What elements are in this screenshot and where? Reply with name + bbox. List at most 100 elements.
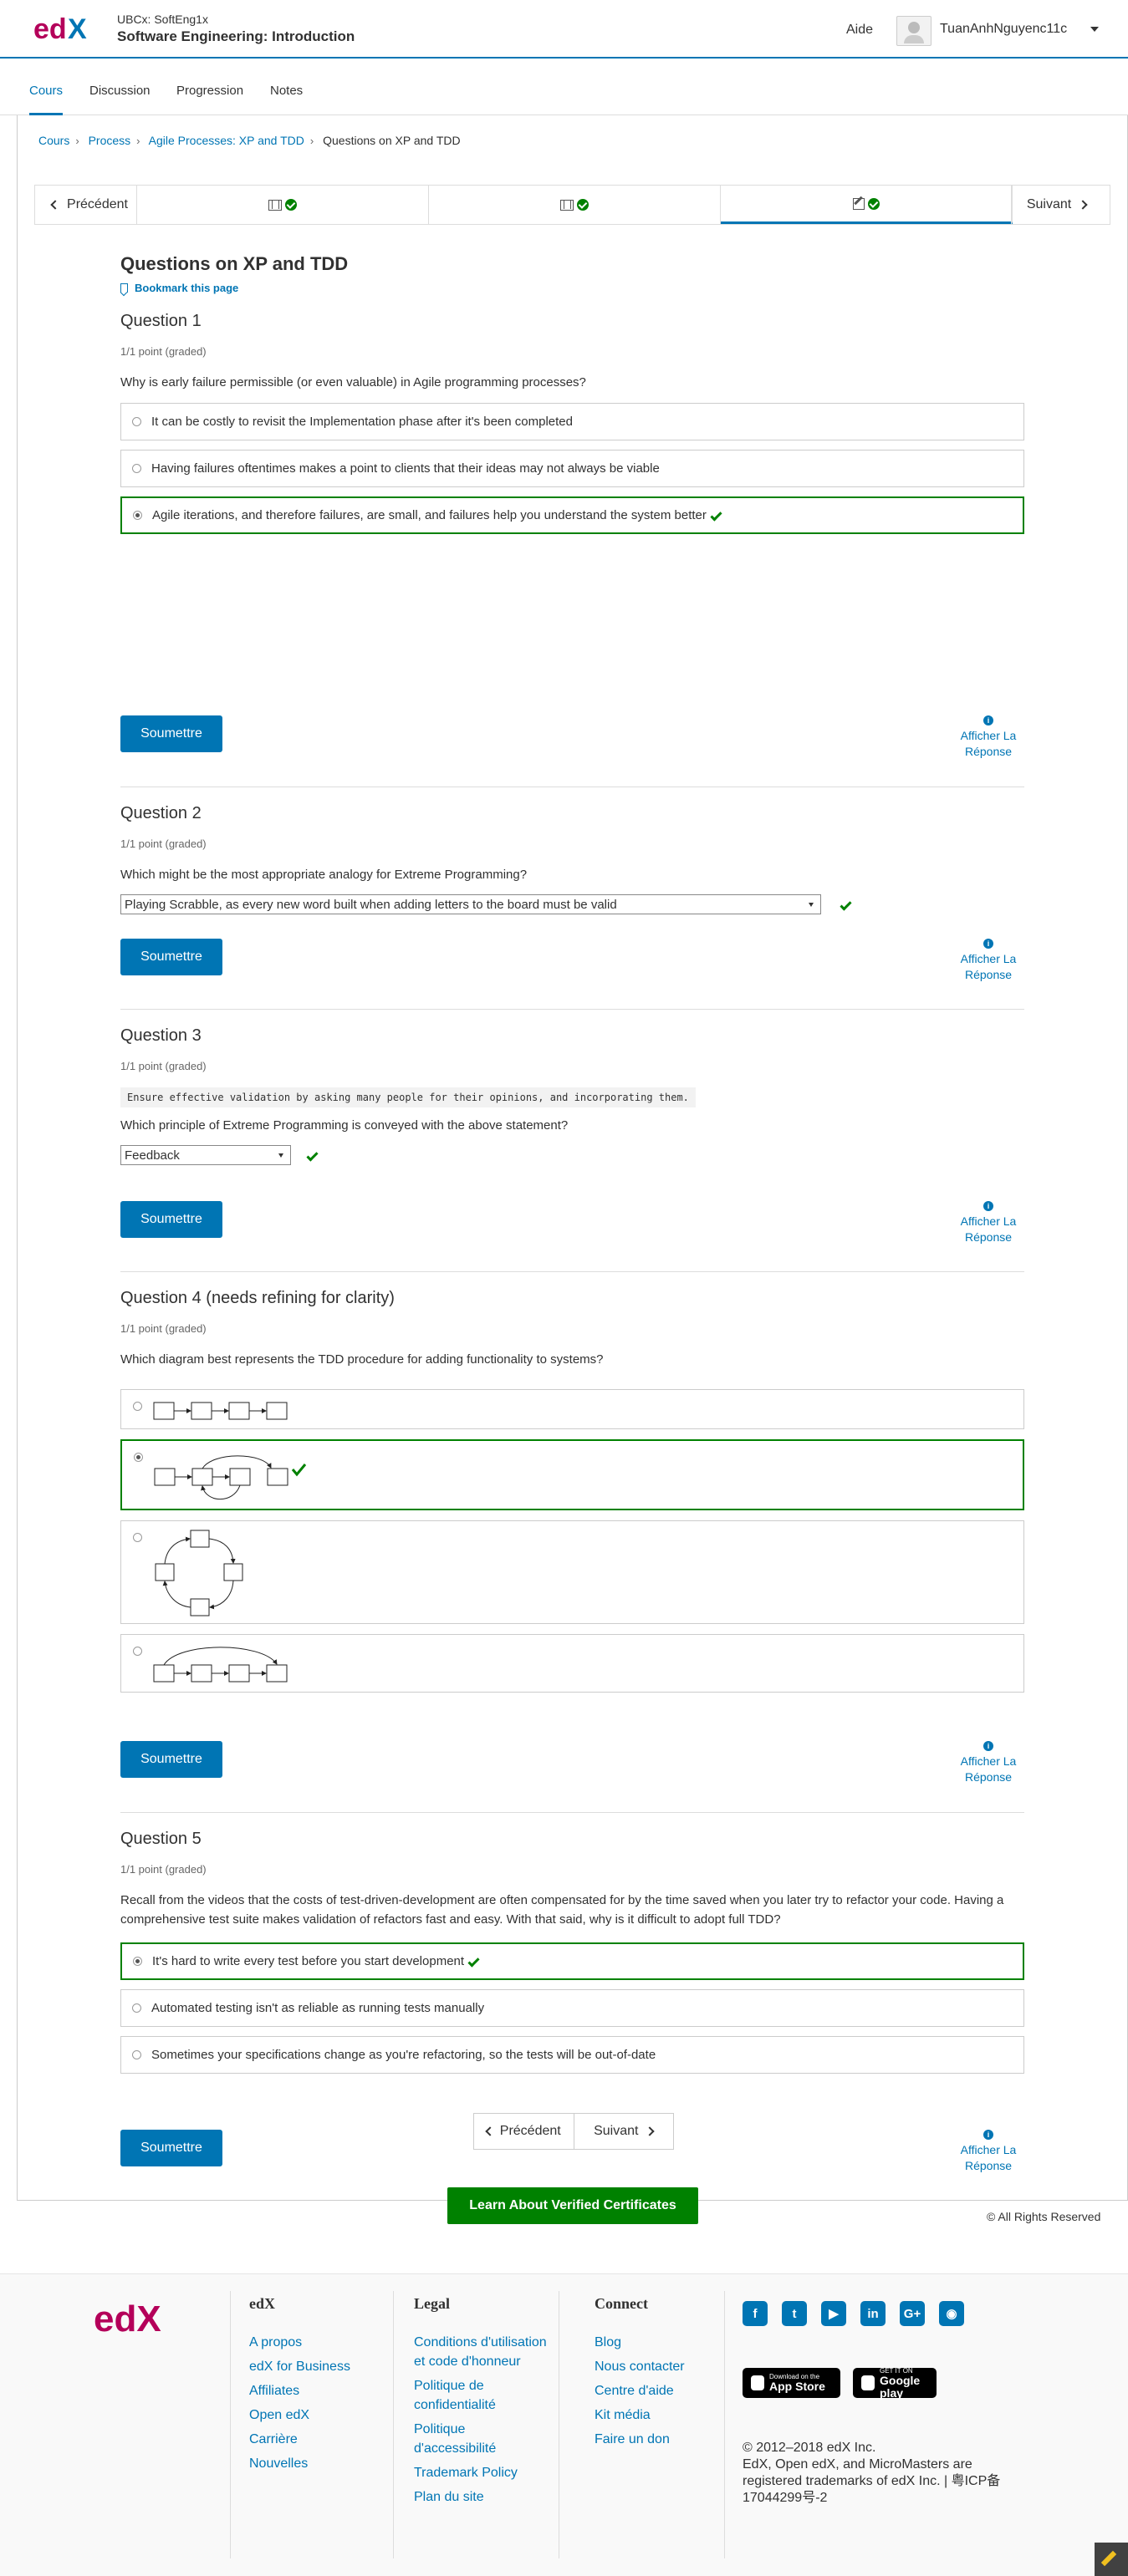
submit-button[interactable]: Soumettre [120,1741,222,1778]
footer-link[interactable]: Trademark Policy [414,2463,548,2482]
footer-link[interactable]: Blog [595,2333,685,2352]
footer-col-edx: edX A propos edX for Business Affiliates… [249,2295,350,2478]
choice-option[interactable]: Having failures oftentimes makes a point… [120,450,1024,487]
diagram-choice-linear[interactable] [120,1389,1024,1429]
footer-copyright: © 2012–2018 edX Inc. EdX, Open edX, and … [743,2440,1018,2507]
sequence-unit-problem[interactable] [721,186,1013,224]
diagram-choice-loop-correct[interactable] [120,1439,1024,1510]
google-play-badge[interactable]: GET IT ON Google play [853,2367,937,2399]
radio-button[interactable] [132,2050,141,2059]
show-answer-button[interactable]: i Afficher La Réponse [952,715,1024,760]
footer-link[interactable]: Open edX [249,2405,350,2425]
question-points: 1/1 point (graded) [120,345,207,358]
radio-button[interactable] [132,464,141,473]
footer-link[interactable]: Nouvelles [249,2454,350,2473]
social-links: f t ▶ in G+ ◉ [743,2301,978,2326]
footer-link[interactable]: Faire un don [595,2430,685,2449]
verified-certificate-button[interactable]: Learn About Verified Certificates [447,2187,698,2224]
bookmark-label: Bookmark this page [135,282,239,294]
footer-link[interactable]: Kit média [595,2405,685,2425]
help-link[interactable]: Aide [846,23,873,38]
info-icon: i [983,2130,993,2140]
question-text: Which principle of Extreme Programming i… [120,1118,569,1133]
breadcrumb-cours[interactable]: Cours [38,134,69,147]
show-answer-button[interactable]: i Afficher La Réponse [952,1741,1024,1785]
bookmark-button[interactable]: Bookmark this page [120,282,1024,294]
footer-link[interactable]: Politique d'accessibilité [414,2420,548,2458]
course-tabs: Cours Discussion Progression Notes [0,59,1128,115]
check-circle-icon [577,199,589,211]
edx-logo[interactable]: ed X [33,12,100,45]
question-3: Question 3 1/1 point (graded) Ensure eff… [120,1026,1024,1165]
unit-content: Questions on XP and TDD Bookmark this pa… [120,249,1024,2172]
youtube-icon[interactable]: ▶ [821,2301,846,2326]
app-store-badge[interactable]: Download on the App Store [743,2368,840,2398]
footer-link[interactable]: Nous contacter [595,2357,685,2376]
footer-link[interactable]: Plan du site [414,2487,548,2507]
radio-button[interactable] [133,1533,142,1542]
tab-cours[interactable]: Cours [29,84,64,115]
google-plus-icon[interactable]: G+ [900,2301,925,2326]
show-answer-button[interactable]: i Afficher La Réponse [952,2130,1024,2174]
radio-button[interactable] [133,1957,142,1966]
sequence-unit-video-2[interactable] [429,186,721,224]
sequence-next-button[interactable]: Suivant [1011,186,1110,224]
bottom-prev-label: Précédent [499,2124,561,2138]
radio-button[interactable] [132,417,141,426]
breadcrumb-process[interactable]: Process [89,134,131,147]
bottom-next-button[interactable]: Suivant [574,2114,674,2149]
choice-option[interactable]: It can be costly to revisit the Implemen… [120,403,1024,440]
tab-discussion[interactable]: Discussion [89,84,151,113]
radio-button[interactable] [134,1453,143,1462]
choice-option-correct[interactable]: Agile iterations, and therefore failures… [120,496,1024,534]
footer-link[interactable]: A propos [249,2333,350,2352]
breadcrumb-agile[interactable]: Agile Processes: XP and TDD [149,134,304,147]
show-answer-button[interactable]: i Afficher La Réponse [952,939,1024,983]
submit-button[interactable]: Soumettre [120,1201,222,1238]
show-answer-button[interactable]: i Afficher La Réponse [952,1201,1024,1245]
footer-link[interactable]: Carrière [249,2430,350,2449]
video-icon [268,199,282,211]
footer-link[interactable]: Centre d'aide [595,2381,685,2400]
chevron-left-icon [50,200,60,210]
diagram-choice-cycle[interactable] [120,1520,1024,1624]
question-2: Question 2 1/1 point (graded) Which migh… [120,804,1024,914]
radio-button[interactable] [132,2003,141,2013]
submit-button[interactable]: Soumettre [120,2130,222,2166]
checkmark-icon [710,509,722,522]
sequence-unit-video-1[interactable] [137,186,429,224]
choice-option[interactable]: Sometimes your specifications change as … [120,2036,1024,2074]
principle-select[interactable]: Feedback [120,1145,291,1165]
submit-button[interactable]: Soumettre [120,939,222,975]
footer-link[interactable]: edX for Business [249,2357,350,2376]
radio-button[interactable] [133,511,142,520]
user-menu-chevron-down-icon[interactable] [1090,27,1099,32]
footer-link[interactable]: Politique de confidentialité [414,2376,548,2415]
footer-link[interactable]: Conditions d'utilisation et code d'honne… [414,2333,548,2371]
username[interactable]: TuanAnhNguyenc11c [940,22,1067,37]
bottom-prev-button[interactable]: Précédent [474,2114,574,2149]
submit-button[interactable]: Soumettre [120,715,222,752]
twitter-icon[interactable]: t [782,2301,807,2326]
choice-label: Automated testing isn't as reliable as r… [151,2001,485,2015]
sequence-prev-button[interactable]: Précédent [35,186,137,224]
radio-button[interactable] [133,1647,142,1656]
radio-button[interactable] [133,1402,142,1411]
facebook-icon[interactable]: f [743,2301,768,2326]
check-circle-icon [285,199,297,211]
tab-progression[interactable]: Progression [176,84,243,113]
svg-text:ed: ed [33,13,67,45]
analogy-select[interactable]: Playing Scrabble, as every new word buil… [120,894,821,914]
footer-edx-logo[interactable]: edX [94,2298,186,2339]
diagram-choice-skip[interactable] [120,1634,1024,1693]
question-title: Question 4 (needs refining for clarity) [120,1289,395,1307]
feedback-pencil-icon[interactable] [1095,2543,1128,2576]
avatar[interactable] [896,16,931,46]
tab-notes[interactable]: Notes [270,84,303,113]
footer-link[interactable]: Affiliates [249,2381,350,2400]
reddit-icon[interactable]: ◉ [939,2301,964,2326]
choice-option[interactable]: Automated testing isn't as reliable as r… [120,1989,1024,2027]
linkedin-icon[interactable]: in [860,2301,886,2326]
cycle-diagram [155,1530,243,1616]
choice-option-correct[interactable]: It's hard to write every test before you… [120,1942,1024,1980]
